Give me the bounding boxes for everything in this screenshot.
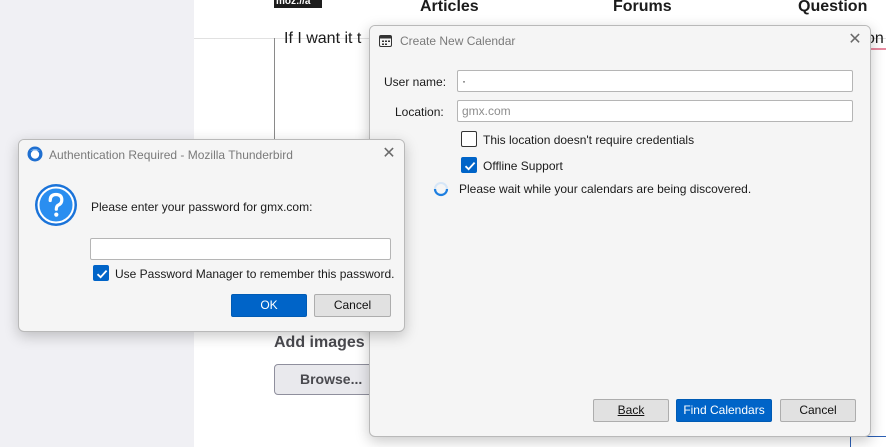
calendar-cancel-button-label: Cancel [799, 403, 837, 417]
auth-cancel-button-label: Cancel [333, 298, 372, 312]
find-calendars-button[interactable]: Find Calendars [676, 399, 772, 422]
browse-button[interactable]: Browse... [274, 364, 374, 395]
no-credentials-label: This location doesn't require credential… [483, 133, 695, 147]
add-images-heading: Add images [274, 334, 365, 351]
discovery-status-text: Please wait while your calendars are bei… [459, 182, 752, 196]
back-button-label: Back [617, 403, 645, 417]
find-calendars-button-label: Find Calendars [683, 403, 765, 417]
nav-forums[interactable]: Forums [613, 0, 672, 16]
calendar-cancel-button[interactable]: Cancel [780, 399, 856, 422]
back-button[interactable]: Back [593, 399, 669, 422]
remember-password-checkbox[interactable] [93, 265, 109, 281]
ok-button[interactable]: OK [231, 294, 307, 317]
question-icon [34, 183, 78, 227]
calendar-dialog-title: Create New Calendar [400, 34, 516, 48]
page-corner-element [850, 436, 886, 447]
checkmark-icon [96, 269, 108, 279]
offline-support-label: Offline Support [483, 159, 563, 173]
password-input[interactable] [90, 238, 391, 260]
username-label: User name: [384, 75, 447, 89]
auth-cancel-button[interactable]: Cancel [314, 294, 391, 317]
nav-articles[interactable]: Articles [420, 0, 479, 16]
no-credentials-checkbox[interactable] [461, 131, 477, 147]
username-input[interactable]: · [457, 70, 853, 92]
checkmark-icon [464, 161, 476, 171]
auth-dialog-title: Authentication Required - Mozilla Thunde… [49, 148, 293, 162]
calendar-icon [379, 34, 392, 47]
create-calendar-dialog: Create New Calendar ✕ User name: · Locat… [369, 25, 871, 437]
offline-support-checkbox[interactable] [461, 157, 477, 173]
location-label: Location: [395, 105, 444, 119]
close-icon[interactable]: ✕ [847, 32, 863, 48]
auth-titlebar[interactable]: Authentication Required - Mozilla Thunde… [19, 140, 404, 170]
authentication-dialog: Authentication Required - Mozilla Thunde… [18, 139, 405, 332]
editor-text: If I want it t [284, 30, 362, 47]
close-icon[interactable]: ✕ [381, 146, 397, 162]
calendar-titlebar[interactable]: Create New Calendar ✕ [370, 26, 870, 56]
loading-spinner-icon [433, 181, 449, 197]
location-input[interactable]: gmx.com [457, 100, 853, 122]
ok-button-label: OK [260, 298, 278, 312]
thunderbird-icon [27, 146, 43, 162]
password-prompt-text: Please enter your password for gmx.com: [91, 200, 313, 214]
nav-question[interactable]: Question [798, 0, 867, 16]
remember-password-label: Use Password Manager to remember this pa… [115, 267, 395, 281]
mozilla-logo: moz://a [274, 0, 322, 8]
